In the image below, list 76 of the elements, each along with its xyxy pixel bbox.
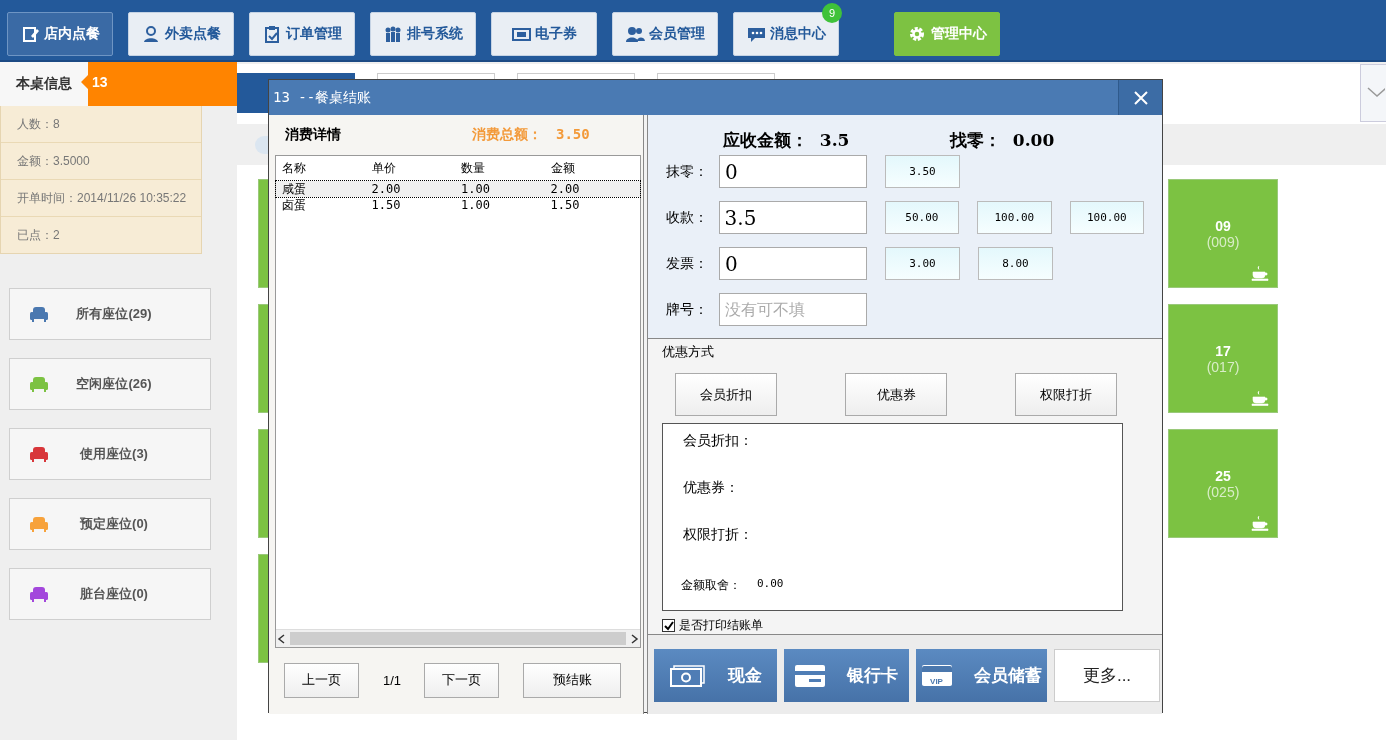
table-code: (025) [1206,483,1240,500]
nav-button[interactable]: 外卖点餐 [128,12,234,56]
discount-label: 优惠券： [683,479,739,495]
table-cell-text: 1.00 [461,182,491,196]
prev-page-button[interactable]: 上一页 [284,662,359,698]
panel-title: 本桌信息 [0,62,88,106]
table-row[interactable]: 卤蛋 1.50 1.00 1.50 [276,197,640,213]
info-text: 已点：2 [16,226,61,244]
seat-filter-button[interactable]: 所有座位(29) [9,288,211,340]
payment-method-button[interactable]: VIP 会员储蓄 [916,649,1047,702]
dialog-title: 13 --餐桌结账 [272,88,373,107]
total-amount: 消费总额： 3.50 [472,126,590,144]
nav-button[interactable]: 订单管理 [249,12,355,56]
field-label: 发票： [666,254,709,273]
field-label: 抹零： [666,162,709,181]
nav-button[interactable]: 电子券 [491,12,597,56]
table-name: 25 [1215,467,1231,484]
table-cell-text: 咸蛋 [282,180,307,198]
payment-method-button[interactable]: 银行卡 [784,649,909,702]
discount-button[interactable]: 权限打折 [1015,373,1117,416]
info-text: 金额：3.5000 [1,143,201,180]
input-field[interactable]: 0 [719,155,867,188]
table-cell-text: 2.00 [550,182,581,196]
field-label: 收款： [666,208,709,227]
section-title: 消费详情 [285,126,342,144]
discount-label: 会员折扣： [683,432,753,448]
prebill-button[interactable]: 预结账 [523,662,622,698]
rounding-label: 金额取舍： [681,577,741,594]
table-row[interactable]: 咸蛋 2.00 1.00 2.00 [276,181,640,197]
table-cell-text: 1.50 [550,198,581,212]
table-name: 09 [1215,217,1231,234]
info-text: 开单时间：2014/11/26 10:35:22 [1,180,201,217]
page-indicator: 1/1 [383,672,402,688]
table-number-badge: 13 [81,62,237,106]
seat-filter-button[interactable]: 使用座位(3) [9,428,211,480]
amount-due: 应收金额： 3.5 [723,128,851,152]
column-header: 金额 [550,160,576,177]
discount-label: 权限打折： [683,526,753,542]
change-amount: 找零： 0.00 [950,128,1055,152]
rounding-value: 0.00 [757,577,784,592]
quick-amount-button[interactable]: 3.50 [885,155,960,188]
field-label: 牌号： [666,300,709,319]
info-text: 人数：8 [1,106,201,143]
column-header: 数量 [461,160,486,177]
table-code: (017) [1206,358,1240,375]
nav-button[interactable]: 会员管理 [612,12,718,56]
quick-amount-button[interactable]: 3.00 [885,247,960,280]
seat-filter-button[interactable]: 预定座位(0) [9,498,211,550]
seat-filter-button[interactable]: 脏台座位(0) [9,568,211,620]
input-field[interactable]: 3.5 [718,201,867,234]
nav-button[interactable]: 排号系统 [370,12,476,56]
table-cell-text: 2.00 [371,182,402,196]
checkbox-label: 是否打印结账单 [679,617,763,634]
table-cell-text: 1.50 [371,198,402,212]
table-name: 17 [1215,342,1231,359]
input-field[interactable]: 0 [719,247,867,280]
quick-amount-button[interactable]: 100.00 [977,201,1052,234]
column-header: 单价 [371,160,397,177]
quick-amount-button[interactable]: 50.00 [884,201,960,234]
input-field[interactable]: 没有可不填 [719,293,867,326]
seat-filter-button[interactable]: 空闲座位(26) [9,358,211,410]
section-title: 优惠方式 [662,343,715,361]
nav-button[interactable]: 店内点餐 [7,12,113,56]
payment-method-button[interactable]: 更多... [1054,649,1160,702]
discount-button[interactable]: 优惠券 [845,373,947,416]
vip-card-icon: VIP [921,665,952,686]
payment-method-button[interactable]: 现金 [654,649,777,702]
next-page-button[interactable]: 下一页 [424,662,500,698]
column-header: 名称 [282,160,307,177]
table-cell-text: 1.00 [461,198,491,212]
quick-amount-button[interactable]: 100.00 [1069,201,1144,234]
table-cell-text: 卤蛋 [282,196,307,214]
table-code: (009) [1206,233,1240,250]
discount-button[interactable]: 会员折扣 [675,373,777,416]
notification-badge: 9 [822,3,842,23]
quick-amount-button[interactable]: 8.00 [978,247,1053,280]
